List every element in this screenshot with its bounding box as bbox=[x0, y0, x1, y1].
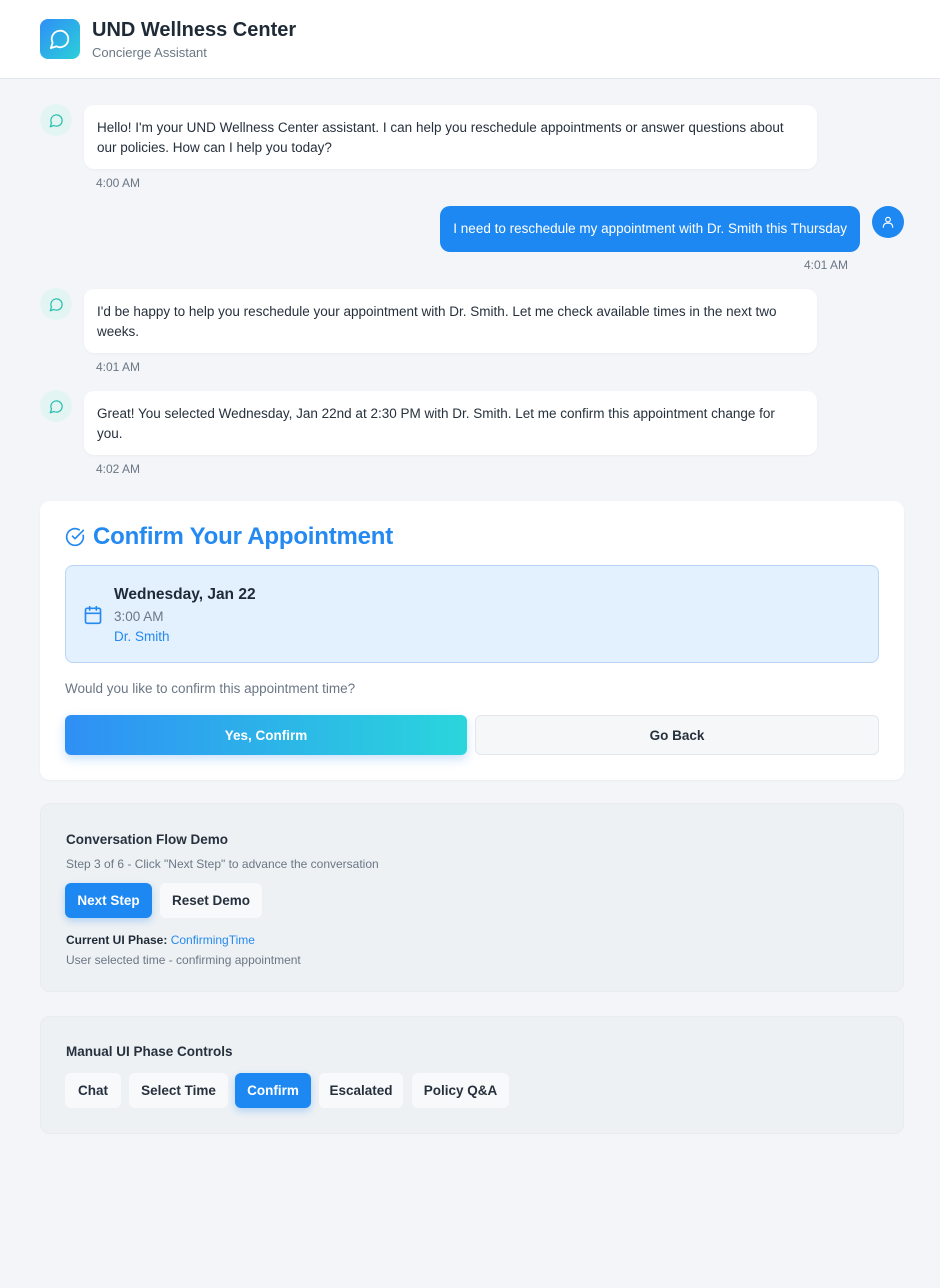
calendar-icon bbox=[83, 605, 103, 630]
message-timestamp: 4:01 AM bbox=[804, 258, 849, 272]
chat-bubble-icon bbox=[49, 297, 63, 311]
go-back-button[interactable]: Go Back bbox=[475, 715, 879, 755]
bot-avatar bbox=[40, 390, 72, 422]
app-logo bbox=[40, 19, 80, 59]
confirm-title: Confirm Your Appointment bbox=[93, 523, 394, 550]
appointment-details: Wednesday, Jan 22 3:00 AM Dr. Smith bbox=[65, 565, 879, 663]
phase-confirm-button[interactable]: Confirm bbox=[235, 1073, 311, 1108]
message-timestamp: 4:02 AM bbox=[96, 462, 141, 476]
message-timestamp: 4:00 AM bbox=[96, 176, 141, 190]
chat-bubble-icon bbox=[49, 113, 63, 127]
appointment-date: Wednesday, Jan 22 bbox=[114, 586, 256, 603]
current-phase: Current UI Phase: ConfirmingTime bbox=[66, 933, 255, 947]
demo-step-text: Step 3 of 6 - Click "Next Step" to advan… bbox=[66, 857, 379, 871]
next-step-button[interactable]: Next Step bbox=[65, 883, 152, 918]
phase-select-time-button[interactable]: Select Time bbox=[129, 1073, 228, 1108]
confirm-question: Would you like to confirm this appointme… bbox=[65, 681, 356, 696]
appointment-doctor: Dr. Smith bbox=[114, 629, 170, 644]
bot-message: Hello! I'm your UND Wellness Center assi… bbox=[84, 105, 817, 169]
reset-demo-button[interactable]: Reset Demo bbox=[160, 883, 262, 918]
manual-title: Manual UI Phase Controls bbox=[66, 1044, 233, 1059]
bot-message: Great! You selected Wednesday, Jan 22nd … bbox=[84, 391, 817, 455]
phase-policy-qa-button[interactable]: Policy Q&A bbox=[412, 1073, 509, 1108]
demo-title: Conversation Flow Demo bbox=[66, 832, 229, 847]
phase-chat-button[interactable]: Chat bbox=[65, 1073, 121, 1108]
check-circle-icon bbox=[65, 527, 85, 552]
phase-escalated-button[interactable]: Escalated bbox=[319, 1073, 403, 1108]
chat-bubble-icon bbox=[49, 399, 63, 413]
appointment-time: 3:00 AM bbox=[114, 609, 164, 624]
user-icon bbox=[882, 216, 894, 228]
phase-description: User selected time - confirming appointm… bbox=[66, 953, 301, 967]
app-header: UND Wellness Center Concierge Assistant bbox=[0, 0, 940, 79]
yes-confirm-button[interactable]: Yes, Confirm bbox=[65, 715, 467, 755]
chat-bubble-icon bbox=[49, 29, 70, 50]
message-timestamp: 4:01 AM bbox=[96, 360, 141, 374]
current-phase-label: Current UI Phase: bbox=[66, 933, 168, 947]
app-title: UND Wellness Center bbox=[92, 19, 297, 41]
conversation-flow-demo-panel: Conversation Flow Demo Step 3 of 6 - Cli… bbox=[40, 803, 904, 992]
bot-message: I'd be happy to help you reschedule your… bbox=[84, 289, 817, 353]
current-phase-value: ConfirmingTime bbox=[170, 933, 255, 947]
user-message: I need to reschedule my appointment with… bbox=[440, 206, 860, 252]
confirm-appointment-card: Confirm Your Appointment Wednesday, Jan … bbox=[40, 501, 904, 780]
user-avatar bbox=[872, 206, 904, 238]
app-subtitle: Concierge Assistant bbox=[92, 45, 207, 60]
manual-phase-controls-panel: Manual UI Phase Controls Chat Select Tim… bbox=[40, 1016, 904, 1134]
bot-avatar bbox=[40, 104, 72, 136]
bot-avatar bbox=[40, 288, 72, 320]
